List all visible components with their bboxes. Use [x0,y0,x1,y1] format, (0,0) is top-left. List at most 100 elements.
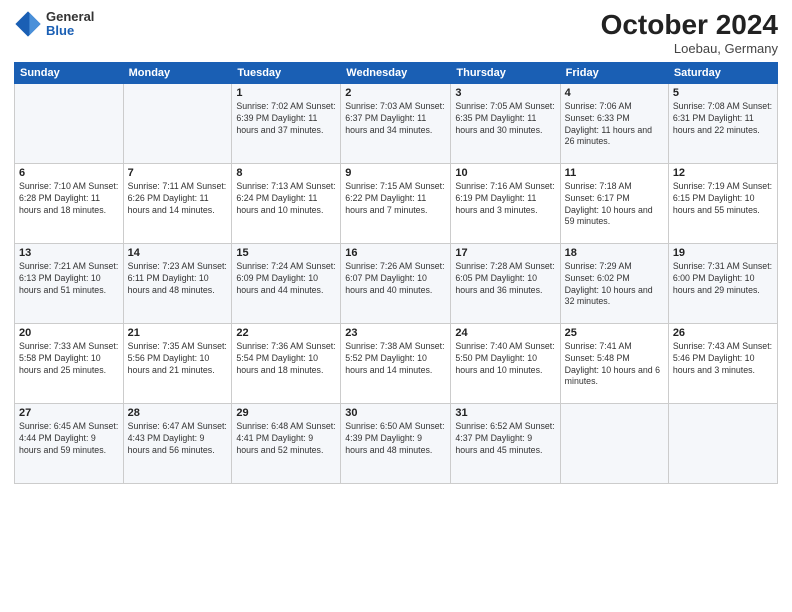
calendar-cell: 9Sunrise: 7:15 AM Sunset: 6:22 PM Daylig… [341,163,451,243]
day-number: 24 [455,327,555,339]
day-info: Sunrise: 7:24 AM Sunset: 6:09 PM Dayligh… [236,261,336,297]
calendar-cell: 21 Sunrise: 7:35 AM Sunset: 5:56 PM Dayli… [123,323,232,403]
day-info: Sunrise: 7:35 AM Sunset: 5:56 PM Dayligh… [128,341,228,377]
day-number: 28 [128,407,228,419]
col-saturday: Saturday [668,62,777,83]
calendar-cell: 30 Sunrise: 6:50 AM Sunset: 4:39 PM Dayli… [341,403,451,483]
day-info: Sunrise: 7:41 AM Sunset: 5:48 PM Dayligh… [565,341,664,389]
day-info: Sunrise: 7:36 AM Sunset: 5:54 PM Dayligh… [236,341,336,377]
day-info: Sunrise: 7:11 AM Sunset: 6:26 PM Dayligh… [128,181,228,217]
day-info: Sunrise: 7:40 AM Sunset: 5:50 PM Dayligh… [455,341,555,377]
day-info: Sunrise: 7:02 AM Sunset: 6:39 PM Dayligh… [236,101,336,137]
day-number: 30 [345,407,446,419]
day-info: Sunrise: 7:05 AM Sunset: 6:35 PM Dayligh… [455,101,555,137]
day-number: 7 [128,167,228,179]
calendar-week-4: 20 Sunrise: 7:33 AM Sunset: 5:58 PM Dayli… [15,323,778,403]
calendar-cell: 6 Sunrise: 7:10 AM Sunset: 6:28 PM Daylig… [15,163,124,243]
calendar-week-1: 1 Sunrise: 7:02 AM Sunset: 6:39 PM Daylig… [15,83,778,163]
day-info: Sunrise: 7:15 AM Sunset: 6:22 PM Dayligh… [345,181,446,217]
calendar-cell: 20 Sunrise: 7:33 AM Sunset: 5:58 PM Dayli… [15,323,124,403]
day-number: 27 [19,407,119,419]
col-friday: Friday [560,62,668,83]
month-title: October 2024 [601,10,778,41]
calendar-table: Sunday Monday Tuesday Wednesday Thursday… [14,62,778,484]
day-info: Sunrise: 7:16 AM Sunset: 6:19 PM Dayligh… [455,181,555,217]
day-number: 6 [19,167,119,179]
day-number: 5 [673,87,773,99]
day-info: Sunrise: 6:47 AM Sunset: 4:43 PM Dayligh… [128,421,228,457]
logo: General Blue [14,10,94,39]
day-number: 20 [19,327,119,339]
calendar-cell: 15 Sunrise: 7:24 AM Sunset: 6:09 PM Dayli… [232,243,341,323]
day-number: 16 [345,247,446,259]
col-thursday: Thursday [451,62,560,83]
calendar-cell: 11Sunrise: 7:18 AM Sunset: 6:17 PM Dayli… [560,163,668,243]
day-info: Sunrise: 7:10 AM Sunset: 6:28 PM Dayligh… [19,181,119,217]
title-block: October 2024 Loebau, Germany [601,10,778,56]
calendar-cell: 8 Sunrise: 7:13 AM Sunset: 6:24 PM Daylig… [232,163,341,243]
day-number: 11 [565,167,664,179]
day-info: Sunrise: 7:29 AM Sunset: 6:02 PM Dayligh… [565,261,664,309]
day-info: Sunrise: 7:33 AM Sunset: 5:58 PM Dayligh… [19,341,119,377]
calendar-cell: 28 Sunrise: 6:47 AM Sunset: 4:43 PM Dayli… [123,403,232,483]
day-info: Sunrise: 7:31 AM Sunset: 6:00 PM Dayligh… [673,261,773,297]
day-number: 3 [455,87,555,99]
day-info: Sunrise: 7:26 AM Sunset: 6:07 PM Dayligh… [345,261,446,297]
day-number: 2 [345,87,446,99]
calendar-cell: 24 Sunrise: 7:40 AM Sunset: 5:50 PM Dayli… [451,323,560,403]
calendar-cell: 10 Sunrise: 7:16 AM Sunset: 6:19 PM Dayli… [451,163,560,243]
calendar-cell: 14Sunrise: 7:23 AM Sunset: 6:11 PM Dayli… [123,243,232,323]
day-number: 8 [236,167,336,179]
day-number: 4 [565,87,664,99]
day-info: Sunrise: 6:48 AM Sunset: 4:41 PM Dayligh… [236,421,336,457]
day-info: Sunrise: 7:21 AM Sunset: 6:13 PM Dayligh… [19,261,119,297]
day-info: Sunrise: 7:13 AM Sunset: 6:24 PM Dayligh… [236,181,336,217]
calendar-week-2: 6 Sunrise: 7:10 AM Sunset: 6:28 PM Daylig… [15,163,778,243]
logo-blue: Blue [46,24,94,38]
calendar-week-3: 13Sunrise: 7:21 AM Sunset: 6:13 PM Dayli… [15,243,778,323]
col-sunday: Sunday [15,62,124,83]
day-info: Sunrise: 7:43 AM Sunset: 5:46 PM Dayligh… [673,341,773,377]
day-number: 12 [673,167,773,179]
calendar-cell [560,403,668,483]
day-info: Sunrise: 7:06 AM Sunset: 6:33 PM Dayligh… [565,101,664,149]
calendar-cell: 12 Sunrise: 7:19 AM Sunset: 6:15 PM Dayli… [668,163,777,243]
logo-text: General Blue [46,10,94,39]
calendar-week-5: 27Sunrise: 6:45 AM Sunset: 4:44 PM Dayli… [15,403,778,483]
calendar-cell: 22 Sunrise: 7:36 AM Sunset: 5:54 PM Dayli… [232,323,341,403]
day-number: 26 [673,327,773,339]
calendar-cell: 2Sunrise: 7:03 AM Sunset: 6:37 PM Daylig… [341,83,451,163]
col-wednesday: Wednesday [341,62,451,83]
calendar-cell: 27Sunrise: 6:45 AM Sunset: 4:44 PM Dayli… [15,403,124,483]
calendar-cell: 4 Sunrise: 7:06 AM Sunset: 6:33 PM Daylig… [560,83,668,163]
day-info: Sunrise: 7:38 AM Sunset: 5:52 PM Dayligh… [345,341,446,377]
location: Loebau, Germany [601,41,778,56]
logo-icon [14,10,42,38]
calendar-cell: 23Sunrise: 7:38 AM Sunset: 5:52 PM Dayli… [341,323,451,403]
day-number: 25 [565,327,664,339]
day-info: Sunrise: 6:50 AM Sunset: 4:39 PM Dayligh… [345,421,446,457]
day-number: 15 [236,247,336,259]
day-number: 17 [455,247,555,259]
calendar-cell: 26 Sunrise: 7:43 AM Sunset: 5:46 PM Dayli… [668,323,777,403]
calendar-cell: 1 Sunrise: 7:02 AM Sunset: 6:39 PM Daylig… [232,83,341,163]
day-number: 22 [236,327,336,339]
calendar-cell [668,403,777,483]
day-number: 21 [128,327,228,339]
calendar-cell: 17Sunrise: 7:28 AM Sunset: 6:05 PM Dayli… [451,243,560,323]
calendar-cell: 25 Sunrise: 7:41 AM Sunset: 5:48 PM Dayli… [560,323,668,403]
day-number: 29 [236,407,336,419]
col-monday: Monday [123,62,232,83]
day-number: 14 [128,247,228,259]
day-info: Sunrise: 7:19 AM Sunset: 6:15 PM Dayligh… [673,181,773,217]
header-row: Sunday Monday Tuesday Wednesday Thursday… [15,62,778,83]
day-number: 18 [565,247,664,259]
calendar-cell: 13Sunrise: 7:21 AM Sunset: 6:13 PM Dayli… [15,243,124,323]
day-number: 19 [673,247,773,259]
day-number: 31 [455,407,555,419]
day-number: 10 [455,167,555,179]
day-number: 1 [236,87,336,99]
calendar-cell: 16 Sunrise: 7:26 AM Sunset: 6:07 PM Dayli… [341,243,451,323]
calendar-cell: 31Sunrise: 6:52 AM Sunset: 4:37 PM Dayli… [451,403,560,483]
col-tuesday: Tuesday [232,62,341,83]
